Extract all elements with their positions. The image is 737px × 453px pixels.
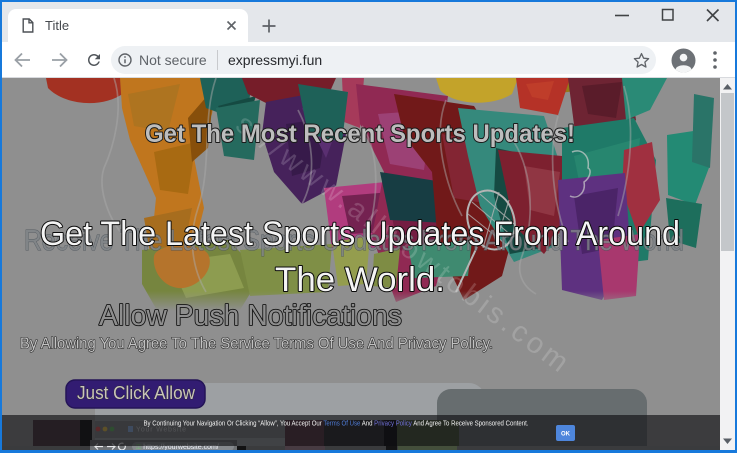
svg-text:Just Click Allow: Just Click Allow — [77, 382, 196, 403]
svg-text:Get The Most Recent Sports Upd: Get The Most Recent Sports Updates! — [145, 120, 575, 148]
svg-text:OK: OK — [561, 432, 571, 438]
svg-text:Get The Latest Sports Updates: Get The Latest Sports Updates From Aroun… — [40, 215, 680, 253]
svg-text:By Allowing You Agree To The S: By Allowing You Agree To The Service Ter… — [20, 336, 493, 353]
svg-text:By Continuing Your Navigation: By Continuing Your Navigation Or Clickin… — [144, 421, 529, 428]
svg-text:Allow Push Notifications: Allow Push Notifications — [99, 300, 402, 332]
svg-text:The World.: The World. — [275, 261, 445, 299]
